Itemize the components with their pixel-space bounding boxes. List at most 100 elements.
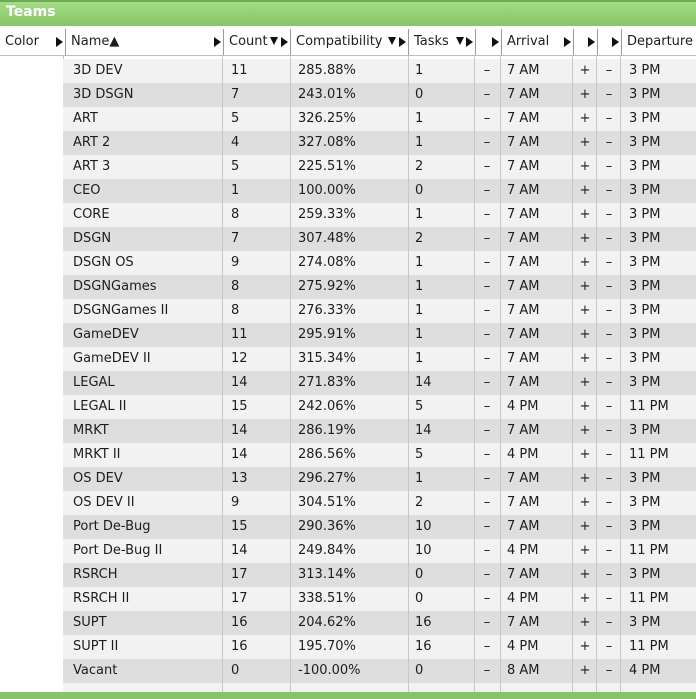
departure-decrease-button[interactable]: –: [597, 83, 621, 107]
column-menu-arrow-icon[interactable]: [466, 37, 473, 47]
filter-icon[interactable]: [270, 37, 278, 45]
arrival-decrease-button[interactable]: –: [475, 347, 499, 371]
column-menu-arrow-icon[interactable]: [588, 37, 595, 47]
departure-decrease-button[interactable]: –: [597, 515, 621, 539]
departure-decrease-button[interactable]: –: [597, 107, 621, 131]
table-row[interactable]: RSRCH 17 313.14% 0 7 AM 3 PM – + –: [63, 563, 696, 587]
departure-decrease-button[interactable]: –: [597, 659, 621, 683]
column-menu-arrow-icon[interactable]: [564, 37, 571, 47]
departure-increase-button[interactable]: +: [573, 107, 597, 131]
column-header-arrival-minus[interactable]: [476, 29, 502, 55]
departure-increase-button[interactable]: +: [573, 395, 597, 419]
departure-decrease-button[interactable]: –: [597, 611, 621, 635]
column-menu-arrow-icon[interactable]: [214, 37, 221, 47]
arrival-decrease-button[interactable]: –: [475, 563, 499, 587]
departure-decrease-button[interactable]: –: [597, 371, 621, 395]
departure-increase-button[interactable]: +: [573, 155, 597, 179]
column-header-count[interactable]: Count: [224, 29, 291, 55]
table-row[interactable]: SUPT II 16 195.70% 16 4 PM 11 PM – + –: [63, 635, 696, 659]
arrival-decrease-button[interactable]: –: [475, 179, 499, 203]
table-row[interactable]: DSGNGames 8 275.92% 1 7 AM 3 PM – + –: [63, 275, 696, 299]
table-row[interactable]: ART 3 5 225.51% 2 7 AM 3 PM – + –: [63, 155, 696, 179]
departure-decrease-button[interactable]: –: [597, 275, 621, 299]
departure-increase-button[interactable]: +: [573, 83, 597, 107]
table-row[interactable]: Vacant 0 -100.00% 0 8 AM 4 PM – + –: [63, 659, 696, 683]
table-row[interactable]: CORE 8 259.33% 1 7 AM 3 PM – + –: [63, 203, 696, 227]
table-row[interactable]: Port De-Bug 15 290.36% 10 7 AM 3 PM – + –: [63, 515, 696, 539]
departure-decrease-button[interactable]: –: [597, 299, 621, 323]
column-header-color[interactable]: Color: [0, 29, 66, 55]
column-menu-arrow-icon[interactable]: [56, 37, 63, 47]
arrival-decrease-button[interactable]: –: [475, 611, 499, 635]
departure-increase-button[interactable]: +: [573, 563, 597, 587]
filter-icon[interactable]: [456, 37, 464, 45]
table-row[interactable]: SUPT 16 204.62% 16 7 AM 3 PM – + –: [63, 611, 696, 635]
departure-increase-button[interactable]: +: [573, 491, 597, 515]
departure-increase-button[interactable]: +: [573, 203, 597, 227]
departure-decrease-button[interactable]: –: [597, 467, 621, 491]
arrival-decrease-button[interactable]: –: [475, 419, 499, 443]
column-menu-arrow-icon[interactable]: [399, 37, 406, 47]
arrival-decrease-button[interactable]: –: [475, 467, 499, 491]
departure-increase-button[interactable]: +: [573, 179, 597, 203]
table-row[interactable]: ART 2 4 327.08% 1 7 AM 3 PM – + –: [63, 131, 696, 155]
table-row[interactable]: GameDEV II 12 315.34% 1 7 AM 3 PM – + –: [63, 347, 696, 371]
arrival-decrease-button[interactable]: –: [475, 131, 499, 155]
table-row[interactable]: LEGAL 14 271.83% 14 7 AM 3 PM – + –: [63, 371, 696, 395]
table-row[interactable]: CEO 1 100.00% 0 7 AM 3 PM – + –: [63, 179, 696, 203]
arrival-decrease-button[interactable]: –: [475, 203, 499, 227]
table-row[interactable]: 3D DSGN 7 243.01% 0 7 AM 3 PM – + –: [63, 83, 696, 107]
departure-decrease-button[interactable]: –: [597, 251, 621, 275]
arrival-decrease-button[interactable]: –: [475, 323, 499, 347]
arrival-decrease-button[interactable]: –: [475, 299, 499, 323]
departure-increase-button[interactable]: +: [573, 659, 597, 683]
arrival-decrease-button[interactable]: –: [475, 587, 499, 611]
table-row[interactable]: GameDEV 11 295.91% 1 7 AM 3 PM – + –: [63, 323, 696, 347]
table-row[interactable]: OS DEV 13 296.27% 1 7 AM 3 PM – + –: [63, 467, 696, 491]
table-row[interactable]: ART 5 326.25% 1 7 AM 3 PM – + –: [63, 107, 696, 131]
column-header-arrival[interactable]: Arrival: [502, 29, 574, 55]
departure-decrease-button[interactable]: –: [597, 443, 621, 467]
departure-decrease-button[interactable]: –: [597, 491, 621, 515]
departure-decrease-button[interactable]: –: [597, 347, 621, 371]
table-row[interactable]: DSGNGames II 8 276.33% 1 7 AM 3 PM – + –: [63, 299, 696, 323]
panel-title-bar[interactable]: Teams: [0, 0, 696, 26]
departure-increase-button[interactable]: +: [573, 323, 597, 347]
departure-decrease-button[interactable]: –: [597, 179, 621, 203]
departure-decrease-button[interactable]: –: [597, 203, 621, 227]
departure-decrease-button[interactable]: –: [597, 563, 621, 587]
arrival-decrease-button[interactable]: –: [475, 275, 499, 299]
column-header-tasks[interactable]: Tasks: [409, 29, 476, 55]
departure-decrease-button[interactable]: –: [597, 587, 621, 611]
arrival-decrease-button[interactable]: –: [475, 539, 499, 563]
departure-increase-button[interactable]: +: [573, 611, 597, 635]
table-row[interactable]: MRKT II 14 286.56% 5 4 PM 11 PM – + –: [63, 443, 696, 467]
table-row[interactable]: MRKT 14 286.19% 14 7 AM 3 PM – + –: [63, 419, 696, 443]
departure-increase-button[interactable]: +: [573, 587, 597, 611]
column-menu-arrow-icon[interactable]: [492, 37, 499, 47]
departure-increase-button[interactable]: +: [573, 539, 597, 563]
table-row[interactable]: LEGAL II 15 242.06% 5 4 PM 11 PM – + –: [63, 395, 696, 419]
column-header-departure[interactable]: Departure: [622, 29, 696, 55]
arrival-decrease-button[interactable]: –: [475, 107, 499, 131]
column-menu-arrow-icon[interactable]: [281, 37, 288, 47]
departure-decrease-button[interactable]: –: [597, 59, 621, 83]
column-header-compatibility[interactable]: Compatibility: [291, 29, 409, 55]
departure-increase-button[interactable]: +: [573, 131, 597, 155]
table-row[interactable]: DSGN OS 9 274.08% 1 7 AM 3 PM – + –: [63, 251, 696, 275]
arrival-decrease-button[interactable]: –: [475, 659, 499, 683]
departure-increase-button[interactable]: +: [573, 275, 597, 299]
column-header-name[interactable]: Name▲: [66, 29, 224, 55]
arrival-decrease-button[interactable]: –: [475, 227, 499, 251]
arrival-decrease-button[interactable]: –: [475, 635, 499, 659]
departure-increase-button[interactable]: +: [573, 299, 597, 323]
arrival-decrease-button[interactable]: –: [475, 395, 499, 419]
table-row[interactable]: RSRCH II 17 338.51% 0 4 PM 11 PM – + –: [63, 587, 696, 611]
column-menu-arrow-icon[interactable]: [612, 37, 619, 47]
departure-increase-button[interactable]: +: [573, 59, 597, 83]
table-row[interactable]: DSGN 7 307.48% 2 7 AM 3 PM – + –: [63, 227, 696, 251]
departure-increase-button[interactable]: +: [573, 635, 597, 659]
filter-icon[interactable]: [388, 37, 396, 45]
departure-decrease-button[interactable]: –: [597, 635, 621, 659]
arrival-decrease-button[interactable]: –: [475, 443, 499, 467]
